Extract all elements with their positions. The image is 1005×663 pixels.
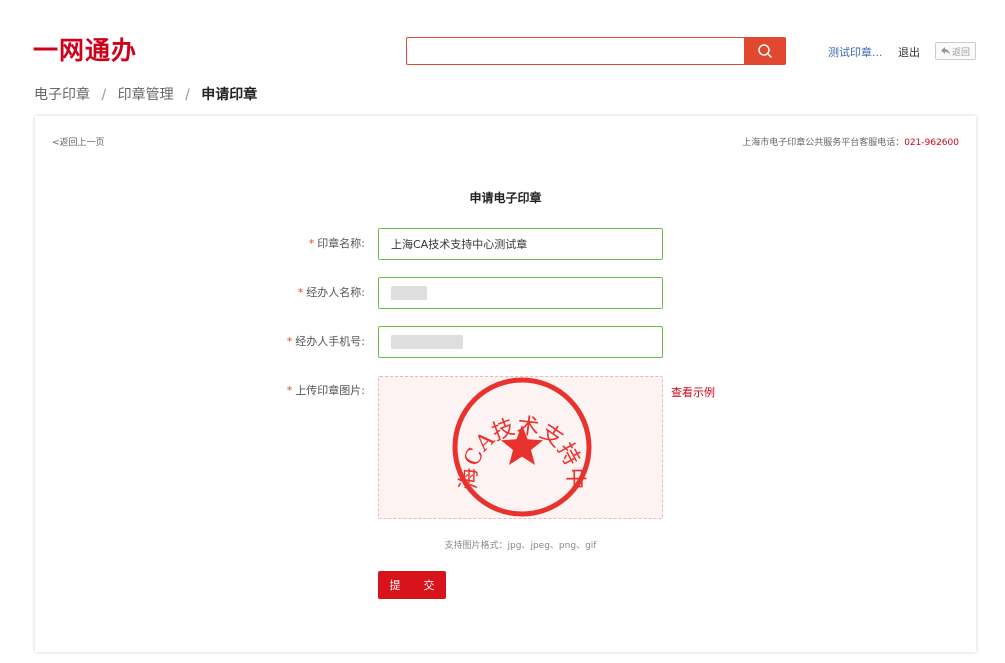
search-icon: [758, 44, 772, 58]
breadcrumb-item-e-seal[interactable]: 电子印章: [34, 87, 90, 103]
reply-arrow-icon: [940, 47, 950, 55]
hotline-number: 021-962600: [904, 138, 959, 148]
breadcrumb-separator: /: [185, 87, 190, 103]
seal-name-field[interactable]: 上海CA技术支持中心测试章: [378, 228, 663, 260]
breadcrumb-separator: /: [101, 87, 107, 103]
form-title: 申请电子印章: [469, 191, 542, 205]
seal-image-upload-area[interactable]: 上海CA技术支持中心: [378, 376, 663, 519]
red-seal-stamp: 上海CA技术支持中心: [379, 377, 592, 517]
seal-image-label: * 上传印章图片:: [215, 383, 365, 399]
redacted-text: [391, 335, 463, 349]
required-mark: *: [297, 286, 304, 299]
search-input[interactable]: [406, 37, 744, 65]
seal-image-label-text: 上传印章图片:: [295, 384, 365, 397]
seal-name-label-text: 印章名称:: [317, 237, 365, 250]
back-button-label: 返回: [951, 47, 970, 58]
seal-image-preview: 上海CA技术支持中心: [379, 377, 592, 517]
seal-name-label: * 印章名称:: [215, 236, 365, 252]
back-button[interactable]: 返回: [935, 42, 976, 60]
handler-phone-field[interactable]: [378, 326, 663, 358]
site-logo[interactable]: 一网通办: [33, 36, 137, 66]
submit-button[interactable]: 提 交: [378, 571, 446, 599]
service-hotline: 上海市电子印章公共服务平台客服电话：021-962600: [742, 135, 959, 148]
top-header: 一网通办 测试印章... 退出 返回: [0, 0, 1005, 75]
handler-name-field[interactable]: [378, 277, 663, 309]
breadcrumb: 电子印章 / 印章管理 / 申请印章: [34, 85, 257, 105]
apply-seal-card: <返回上一页 上海市电子印章公共服务平台客服电话：021-962600 申请电子…: [35, 116, 976, 652]
required-mark: *: [286, 335, 293, 348]
user-name-link[interactable]: 测试印章...: [828, 44, 883, 60]
required-mark: *: [286, 384, 293, 397]
search-bar: [406, 37, 786, 65]
format-hint: 支持图片格式：jpg、jpeg、png、gif: [444, 541, 597, 551]
seal-name-value: 上海CA技术支持中心测试章: [391, 238, 528, 251]
hotline-label: 上海市电子印章公共服务平台客服电话：: [742, 138, 905, 148]
breadcrumb-item-seal-management[interactable]: 印章管理: [118, 87, 174, 103]
handler-name-label-text: 经办人名称:: [306, 286, 365, 299]
handler-phone-label: * 经办人手机号:: [215, 334, 365, 350]
handler-name-label: * 经办人名称:: [215, 285, 365, 301]
handler-phone-label-text: 经办人手机号:: [295, 335, 365, 348]
logout-link[interactable]: 退出: [898, 44, 920, 60]
search-button[interactable]: [744, 37, 786, 65]
back-to-previous-link[interactable]: <返回上一页: [52, 135, 105, 148]
required-mark: *: [308, 237, 315, 250]
view-example-link[interactable]: 查看示例: [671, 384, 715, 400]
breadcrumb-item-apply-seal: 申请印章: [201, 87, 258, 103]
redacted-text: [391, 286, 427, 300]
